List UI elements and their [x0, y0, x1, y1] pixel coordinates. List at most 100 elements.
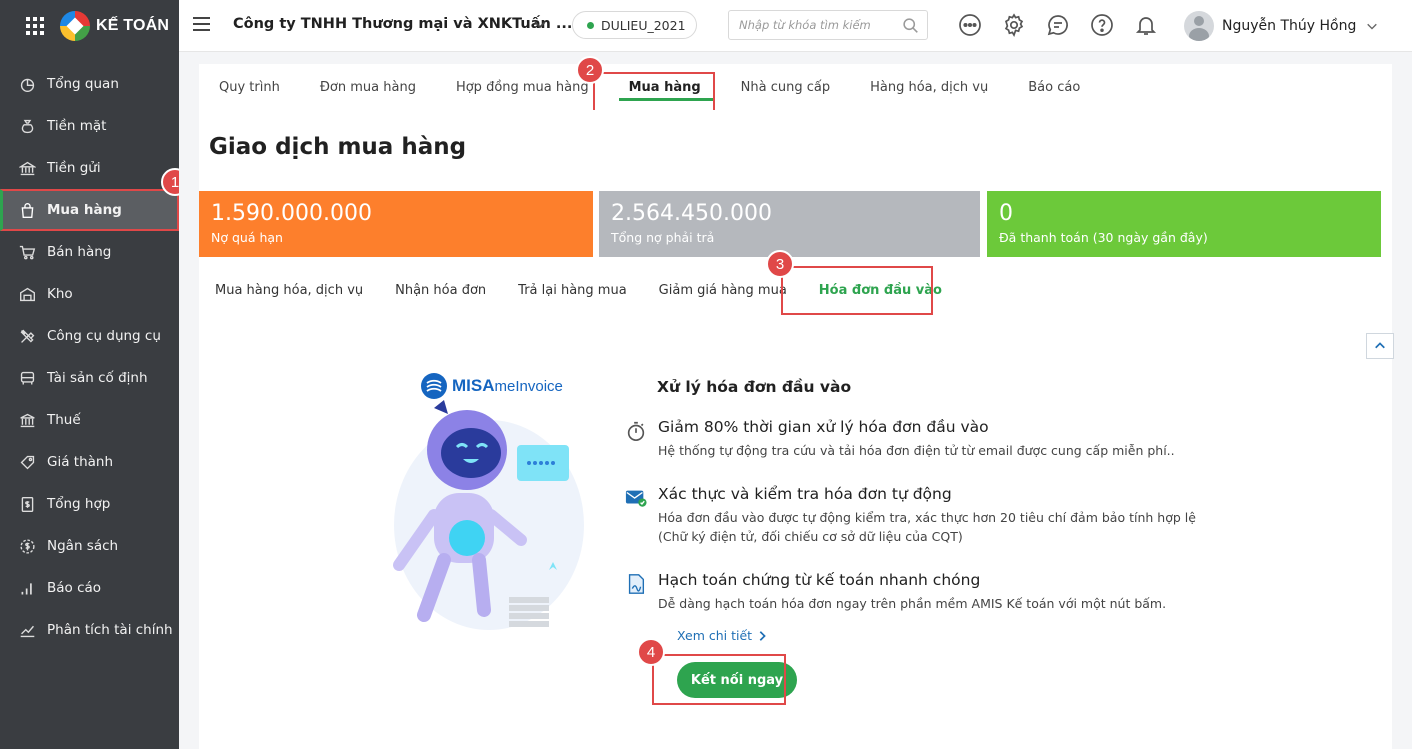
sidebar-item-gia-thanh[interactable]: Giá thành: [0, 441, 179, 483]
database-selector[interactable]: DULIEU_2021: [572, 11, 697, 39]
car-icon: [18, 369, 36, 387]
feature-item: Hạch toán chứng từ kế toán nhanh chóng D…: [625, 571, 1275, 613]
tab-hang-hoa-dich-vu[interactable]: Hàng hóa, dịch vụ: [850, 64, 1008, 110]
module-tabs: Quy trình Đơn mua hàng Hợp đồng mua hàng…: [199, 64, 1392, 110]
more-options-icon[interactable]: [958, 13, 982, 37]
sidebar-item-label: Giá thành: [47, 454, 114, 470]
chat-icon[interactable]: [1046, 13, 1070, 37]
search-box[interactable]: [728, 10, 928, 40]
bell-icon[interactable]: [1134, 13, 1158, 37]
tab-quy-trinh[interactable]: Quy trình: [199, 64, 300, 110]
summary-card-total-payable[interactable]: 2.564.450.000 Tổng nợ phải trả: [599, 191, 980, 257]
feature-heading: Xác thực và kiểm tra hóa đơn tự động: [658, 485, 952, 503]
chevron-down-icon[interactable]: [533, 17, 547, 31]
callout-badge-3: 3: [766, 250, 794, 278]
sidebar-item-label: Kho: [47, 286, 73, 302]
top-bar: Công ty TNHH Thương mại và XNKTuấn ... D…: [179, 0, 1412, 52]
price-tag-icon: [18, 453, 36, 471]
main-area: Quy trình Đơn mua hàng Hợp đồng mua hàng…: [179, 52, 1412, 749]
money-bag-icon: [18, 117, 36, 135]
see-details-label: Xem chi tiết: [677, 628, 753, 643]
sidebar-item-tong-hop[interactable]: Tổng hợp: [0, 483, 179, 525]
connect-now-button[interactable]: Kết nối ngay: [677, 662, 797, 698]
brand-name: KẾ TOÁN: [96, 17, 170, 34]
subtab-mua-hang-hoa[interactable]: Mua hàng hóa, dịch vụ: [199, 283, 379, 298]
tab-nha-cung-cap[interactable]: Nhà cung cấp: [721, 64, 850, 110]
sidebar-item-tien-mat[interactable]: Tiền mặt: [0, 105, 179, 147]
bar-chart-icon: [18, 579, 36, 597]
sidebar-item-thue[interactable]: Thuế: [0, 399, 179, 441]
sidebar-item-mua-hang[interactable]: Mua hàng: [0, 189, 179, 231]
summary-card-paid[interactable]: 0 Đã thanh toán (30 ngày gần đây): [987, 191, 1381, 257]
sidebar: KẾ TOÁN Tổng quan Tiền mặt Tiền gửi Mua …: [0, 0, 179, 749]
sidebar-item-tai-san[interactable]: Tài sản cố định: [0, 357, 179, 399]
tab-bao-cao[interactable]: Báo cáo: [1008, 64, 1100, 110]
status-dot-icon: [587, 21, 594, 29]
misa-logo: [60, 11, 90, 41]
collapse-button[interactable]: [1366, 333, 1394, 359]
sidebar-item-label: Tổng hợp: [47, 496, 111, 512]
sidebar-item-label: Thuế: [47, 412, 81, 428]
tab-mua-hang[interactable]: Mua hàng: [609, 64, 721, 110]
tab-don-mua-hang[interactable]: Đơn mua hàng: [300, 64, 436, 110]
sidebar-item-tien-gui[interactable]: Tiền gửi: [0, 147, 179, 189]
card-label: Tổng nợ phải trả: [611, 230, 715, 245]
sidebar-item-label: Tổng quan: [47, 76, 119, 92]
document-sign-icon: [628, 574, 645, 594]
cart-icon: [18, 243, 36, 261]
gear-icon[interactable]: [1002, 13, 1026, 37]
company-selector[interactable]: Công ty TNHH Thương mại và XNKTuấn ...: [233, 16, 572, 32]
shopping-bag-icon: [18, 201, 36, 219]
budget-coin-icon: [18, 537, 36, 555]
feature-heading: Giảm 80% thời gian xử lý hóa đơn đầu vào: [658, 418, 989, 436]
feature-item: Xác thực và kiểm tra hóa đơn tự động Hóa…: [625, 485, 1215, 546]
chevron-down-icon: [1367, 23, 1378, 30]
dashboard-icon: [18, 75, 36, 93]
user-menu[interactable]: Nguyễn Thúy Hồng: [1184, 11, 1378, 41]
card-value: 0: [999, 201, 1013, 226]
avatar: [1184, 11, 1214, 41]
feature-heading: Hạch toán chứng từ kế toán nhanh chóng: [658, 571, 981, 589]
brand-bar: KẾ TOÁN: [0, 0, 179, 52]
card-value: 1.590.000.000: [211, 201, 372, 226]
sidebar-item-ngan-sach[interactable]: Ngân sách: [0, 525, 179, 567]
page-title: Giao dịch mua hàng: [209, 134, 467, 160]
sidebar-item-cong-cu[interactable]: Công cụ dụng cụ: [0, 315, 179, 357]
app-grid-icon[interactable]: [26, 17, 44, 35]
sidebar-item-ban-hang[interactable]: Bán hàng: [0, 231, 179, 273]
search-icon[interactable]: [902, 17, 919, 34]
database-name: DULIEU_2021: [601, 17, 686, 33]
sidebar-item-label: Phân tích tài chính: [47, 622, 173, 638]
stopwatch-icon: [627, 421, 645, 441]
sidebar-item-label: Bán hàng: [47, 244, 112, 260]
sidebar-item-label: Công cụ dụng cụ: [47, 328, 161, 344]
card-label: Nợ quá hạn: [211, 230, 283, 245]
see-details-link[interactable]: Xem chi tiết: [677, 628, 768, 643]
subtab-hoa-don-dau-vao[interactable]: Hóa đơn đầu vào: [802, 282, 958, 298]
subtab-nhan-hoa-don[interactable]: Nhận hóa đơn: [379, 283, 502, 298]
sidebar-item-label: Tài sản cố định: [47, 370, 148, 386]
warehouse-icon: [18, 285, 36, 303]
help-icon[interactable]: [1090, 13, 1114, 37]
summary-card-overdue[interactable]: 1.590.000.000 Nợ quá hạn: [199, 191, 593, 257]
feature-description: Dễ dàng hạch toán hóa đơn ngay trên phần…: [658, 596, 1167, 611]
sub-tabs: Mua hàng hóa, dịch vụ Nhận hóa đơn Trả l…: [199, 270, 958, 310]
subtab-tra-lai-hang-mua[interactable]: Trả lại hàng mua: [502, 283, 643, 298]
search-input[interactable]: [729, 11, 889, 39]
chevron-right-icon: [759, 630, 766, 641]
menu-toggle-icon[interactable]: [193, 17, 210, 31]
tools-icon: [18, 327, 36, 345]
sidebar-item-bao-cao[interactable]: Báo cáo: [0, 567, 179, 609]
trend-line-icon: [18, 621, 36, 639]
user-name: Nguyễn Thúy Hồng: [1222, 18, 1357, 34]
document-dollar-icon: [18, 495, 36, 513]
subtab-giam-gia-hang-mua[interactable]: Giảm giá hàng mua: [643, 283, 803, 298]
sidebar-item-label: Tiền gửi: [47, 160, 101, 176]
sidebar-item-phan-tich[interactable]: Phân tích tài chính: [0, 609, 179, 651]
sidebar-item-tong-quan[interactable]: Tổng quan: [0, 63, 179, 105]
card-value: 2.564.450.000: [611, 201, 772, 226]
email-check-icon: [625, 490, 647, 507]
sidebar-item-label: Báo cáo: [47, 580, 102, 596]
feature-description: Hệ thống tự động tra cứu và tải hóa đơn …: [658, 443, 1175, 458]
sidebar-item-kho[interactable]: Kho: [0, 273, 179, 315]
